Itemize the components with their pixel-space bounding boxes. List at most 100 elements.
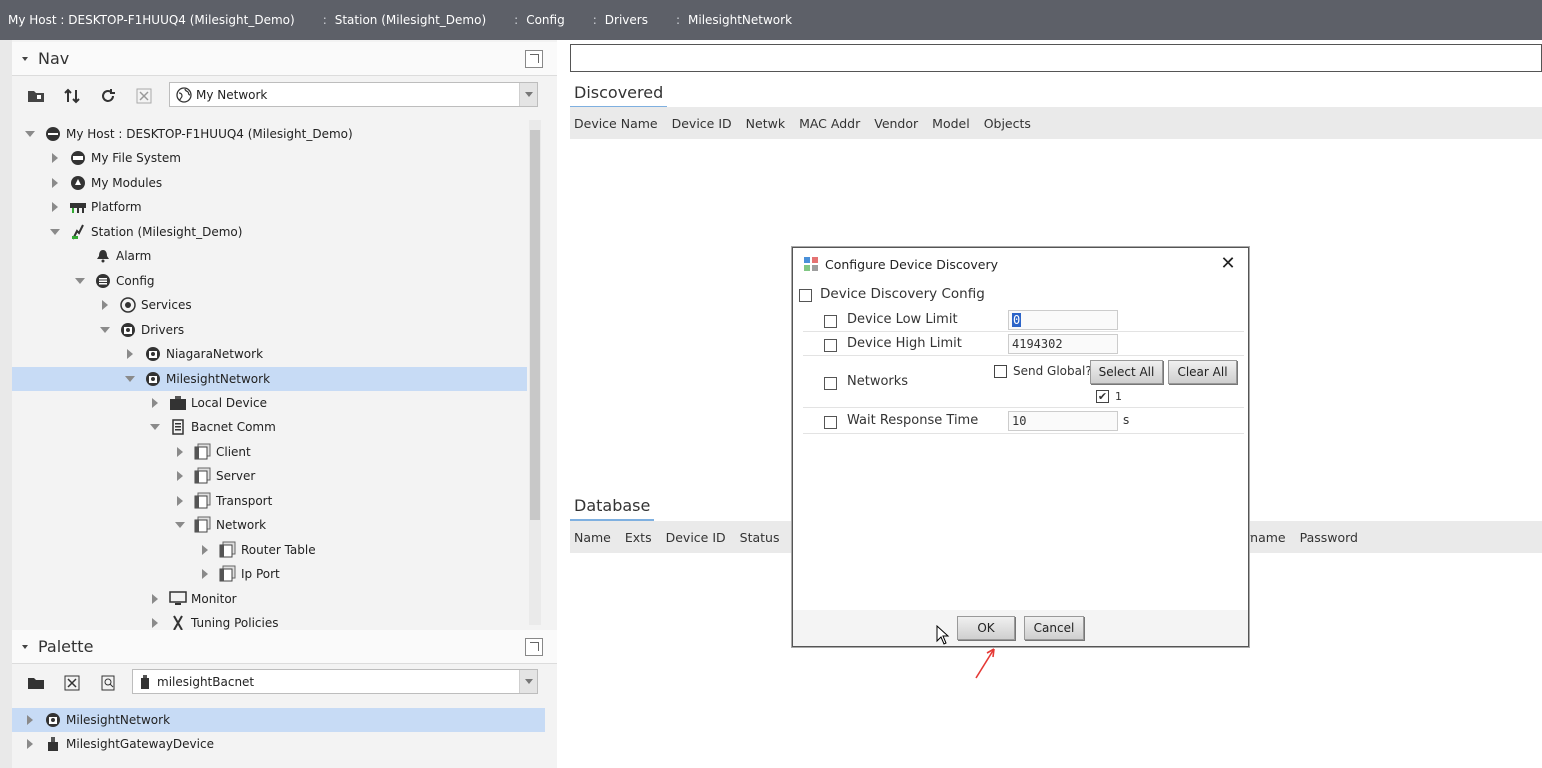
- expand-icon[interactable]: [124, 348, 136, 360]
- column-header[interactable]: MAC Addr: [799, 116, 860, 131]
- column-header[interactable]: Status: [740, 530, 780, 545]
- collapse-icon[interactable]: [149, 421, 161, 433]
- collapse-icon[interactable]: [49, 226, 61, 238]
- breadcrumb-item-milesightnetwork[interactable]: : MilesightNetwork: [676, 13, 792, 27]
- scrollbar-thumb[interactable]: [530, 130, 540, 520]
- nav-tree-item[interactable]: Bacnet Comm: [12, 415, 527, 439]
- palette-item-milesightnetwork[interactable]: MilesightNetwork: [12, 708, 545, 732]
- nav-tree-item-label: Platform: [91, 200, 142, 215]
- column-header[interactable]: Model: [932, 116, 970, 131]
- nav-tree-item[interactable]: Router Table: [12, 538, 527, 562]
- breadcrumb-item-config[interactable]: : Config: [514, 13, 565, 27]
- column-header[interactable]: Name: [574, 530, 611, 545]
- column-header[interactable]: Vendor: [874, 116, 918, 131]
- column-header[interactable]: Device ID: [666, 530, 726, 545]
- chevron-down-icon[interactable]: [519, 670, 537, 693]
- expand-icon[interactable]: [174, 495, 186, 507]
- nav-tree-item-label: MilesightNetwork: [166, 371, 271, 386]
- expand-icon[interactable]: [24, 738, 36, 750]
- nav-scrollbar[interactable]: [529, 120, 541, 625]
- folder-cube-icon: [219, 541, 237, 559]
- maximize-icon[interactable]: [525, 638, 543, 656]
- expand-icon[interactable]: [199, 568, 211, 580]
- expand-icon[interactable]: [24, 714, 36, 726]
- column-header[interactable]: Password: [1300, 530, 1358, 545]
- palette-module-select[interactable]: milesightBacnet: [132, 669, 538, 694]
- low-limit-field[interactable]: 0: [1008, 310, 1118, 330]
- wait-response-field[interactable]: 10: [1008, 411, 1118, 431]
- refresh-icon[interactable]: [96, 84, 120, 108]
- expand-icon[interactable]: [174, 470, 186, 482]
- palette-item-label: MilesightGatewayDevice: [66, 737, 214, 751]
- nav-tree-item[interactable]: Drivers: [12, 318, 527, 342]
- nav-tree-item[interactable]: Platform: [12, 195, 527, 219]
- nav-tree-item[interactable]: Config: [12, 269, 527, 293]
- expand-icon[interactable]: [49, 177, 61, 189]
- expand-icon[interactable]: [199, 544, 211, 556]
- select-all-button[interactable]: Select All: [1090, 360, 1163, 384]
- ok-button[interactable]: OK: [957, 616, 1015, 640]
- sort-icon[interactable]: [60, 84, 84, 108]
- globe-icon: [176, 86, 192, 103]
- expand-icon[interactable]: [99, 299, 111, 311]
- column-header[interactable]: Objects: [984, 116, 1031, 131]
- nav-tree-item[interactable]: Tuning Policies: [12, 611, 527, 630]
- column-header[interactable]: Netwk: [746, 116, 785, 131]
- column-header[interactable]: Device ID: [672, 116, 732, 131]
- nav-tree-item[interactable]: Client: [12, 440, 527, 464]
- nav-tree-item[interactable]: Server: [12, 464, 527, 488]
- collapse-icon[interactable]: [99, 324, 111, 336]
- nav-tree-item[interactable]: Station (Milesight_Demo): [12, 220, 527, 244]
- expand-icon[interactable]: [49, 201, 61, 213]
- collapse-icon[interactable]: [74, 275, 86, 287]
- nav-tree-item[interactable]: My Modules: [12, 171, 527, 195]
- niagara-app-icon: [803, 256, 819, 272]
- nav-root-select[interactable]: My Network: [169, 82, 538, 107]
- nav-tree-item[interactable]: MilesightNetwork: [12, 366, 527, 391]
- network-item-1[interactable]: ✔ 1: [1096, 390, 1122, 403]
- collapse-caret-icon[interactable]: [22, 644, 28, 649]
- collapse-icon[interactable]: [174, 519, 186, 531]
- nav-tree-item[interactable]: My File System: [12, 146, 527, 170]
- breadcrumb-item-station[interactable]: : Station (Milesight_Demo): [323, 13, 486, 27]
- nav-tree-item[interactable]: Transport: [12, 489, 527, 513]
- expand-icon[interactable]: [49, 152, 61, 164]
- clear-all-button[interactable]: Clear All: [1168, 360, 1237, 384]
- palette-item-milesightgatewaydevice[interactable]: MilesightGatewayDevice: [12, 732, 545, 756]
- nav-tree-item[interactable]: Monitor: [12, 587, 527, 611]
- column-header[interactable]: Device Name: [574, 116, 658, 131]
- nav-tree-item[interactable]: Local Device: [12, 391, 527, 415]
- nav-tree-item[interactable]: My Host : DESKTOP-F1HUUQ4 (Milesight_Dem…: [12, 122, 527, 146]
- column-header[interactable]: Exts: [625, 530, 652, 545]
- collapse-icon[interactable]: [24, 128, 36, 140]
- expand-icon[interactable]: [149, 617, 161, 629]
- ord-field[interactable]: [570, 44, 1542, 72]
- send-global-control[interactable]: Send Global?: [994, 364, 1092, 378]
- close-palette-icon[interactable]: [60, 671, 84, 695]
- collapse-icon[interactable]: [124, 373, 136, 385]
- chevron-down-icon[interactable]: [519, 83, 537, 106]
- maximize-icon[interactable]: [525, 50, 543, 68]
- expand-icon[interactable]: [149, 593, 161, 605]
- new-folder-icon[interactable]: [24, 84, 48, 108]
- nav-tree-item[interactable]: Alarm: [12, 244, 527, 268]
- nav-tree-item[interactable]: Ip Port: [12, 562, 527, 586]
- nav-tree-item[interactable]: Network: [12, 513, 527, 537]
- cancel-button[interactable]: Cancel: [1024, 616, 1084, 640]
- close-icon[interactable]: ✕: [1218, 254, 1238, 274]
- expand-icon[interactable]: [174, 446, 186, 458]
- collapse-caret-icon[interactable]: [22, 56, 28, 61]
- breadcrumb-item-drivers[interactable]: : Drivers: [593, 13, 648, 27]
- nav-tree-item[interactable]: NiagaraNetwork: [12, 342, 527, 366]
- nav-tree-item[interactable]: Services: [12, 293, 527, 317]
- send-global-checkbox[interactable]: [994, 364, 1007, 378]
- network-1-checkbox[interactable]: ✔: [1096, 390, 1109, 403]
- nav-tree-item-label: Client: [216, 444, 251, 459]
- find-icon[interactable]: [96, 671, 120, 695]
- breadcrumb-item-host[interactable]: My Host : DESKTOP-F1HUUQ4 (Milesight_Dem…: [8, 13, 295, 27]
- expand-icon[interactable]: [149, 397, 161, 409]
- nav-tree: My Host : DESKTOP-F1HUUQ4 (Milesight_Dem…: [12, 120, 527, 630]
- close-icon[interactable]: [132, 84, 156, 108]
- open-folder-icon[interactable]: [24, 671, 48, 695]
- high-limit-field[interactable]: 4194302: [1008, 334, 1118, 354]
